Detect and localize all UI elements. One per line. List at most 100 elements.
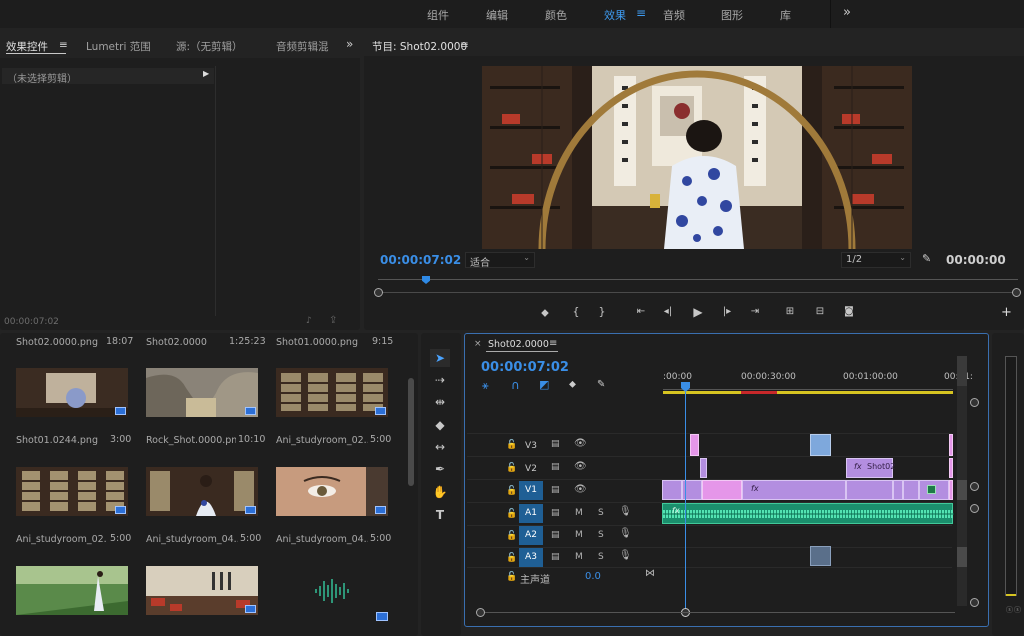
sync-lock-icon[interactable]: ▤: [551, 508, 560, 518]
work-area-bar[interactable]: [663, 391, 953, 394]
lock-icon[interactable]: 🔓: [506, 531, 517, 541]
tab-effect-controls[interactable]: 效果控件: [6, 39, 48, 54]
video-clip[interactable]: fx Shot02: [846, 458, 895, 478]
video-clip[interactable]: [893, 480, 903, 500]
scroll-handle[interactable]: [970, 398, 979, 407]
mark-out-icon[interactable]: }: [594, 305, 610, 318]
video-clip[interactable]: [949, 458, 953, 478]
meter-solo-s[interactable]: ⓢ: [1006, 605, 1013, 615]
fit-dropdown[interactable]: 适合 ⌄: [465, 252, 535, 269]
master-volume-value[interactable]: 0.0: [585, 571, 601, 582]
workspace-menu-icon[interactable]: ≡: [636, 6, 646, 20]
tab-lumetri-scopes[interactable]: Lumetri 范围: [86, 39, 151, 54]
selection-tool-icon[interactable]: ➤: [430, 349, 450, 367]
clip-thumbnail[interactable]: [146, 566, 258, 615]
video-clip[interactable]: [949, 434, 953, 456]
workspace-tab-effects[interactable]: 效果: [604, 7, 626, 23]
wrench-icon[interactable]: ✎: [922, 252, 931, 265]
project-scrollbar[interactable]: [408, 378, 414, 486]
go-to-in-icon[interactable]: ⇤: [633, 306, 649, 317]
audio-only-icon[interactable]: ♪: [306, 316, 312, 326]
track-label-v1[interactable]: V1: [519, 481, 543, 500]
video-clip[interactable]: [903, 480, 919, 500]
tab-source[interactable]: 源:（无剪辑）: [176, 39, 243, 54]
tab-menu-icon[interactable]: ≡: [59, 39, 68, 51]
solo-button[interactable]: S: [598, 508, 604, 518]
go-to-edit-icon[interactable]: ⋈: [645, 568, 655, 579]
video-clip[interactable]: [919, 480, 949, 500]
tab-menu-icon[interactable]: ≡: [460, 39, 469, 51]
snap-icon[interactable]: ∩: [511, 378, 520, 392]
meter-solo-s[interactable]: ⓢ: [1014, 605, 1021, 615]
lock-icon[interactable]: 🔓: [506, 509, 517, 519]
clip-thumbnail[interactable]: [16, 368, 128, 417]
video-clip[interactable]: [810, 434, 831, 456]
audio-clip[interactable]: [810, 546, 831, 566]
program-monitor-title[interactable]: 节目: Shot02.0000: [372, 39, 467, 54]
microphone-icon[interactable]: 🎙: [619, 550, 632, 561]
wrench-icon[interactable]: ✎: [597, 379, 605, 390]
add-marker-icon[interactable]: ⬥: [537, 306, 553, 320]
nest-icon[interactable]: ⚹: [482, 379, 489, 393]
track-label-v3[interactable]: V3: [519, 437, 543, 456]
workspace-tab-assembly[interactable]: 组件: [427, 7, 449, 23]
solo-button[interactable]: S: [598, 552, 604, 562]
lock-icon[interactable]: 🔓: [506, 463, 517, 473]
track-label-a2[interactable]: A2: [519, 526, 543, 545]
clip-thumbnail[interactable]: [16, 467, 128, 516]
type-tool-icon[interactable]: T: [430, 506, 450, 524]
resolution-dropdown[interactable]: 1/2 ⌄: [841, 252, 911, 268]
lift-icon[interactable]: ⊞: [782, 306, 798, 317]
lock-icon[interactable]: 🔓: [506, 553, 517, 563]
step-back-icon[interactable]: ◂|: [660, 306, 676, 317]
pen-tool-icon[interactable]: ✒: [430, 460, 450, 478]
audio-clip-icon[interactable]: [312, 576, 352, 606]
sync-lock-icon[interactable]: ▤: [551, 530, 560, 540]
ripple-edit-tool-icon[interactable]: ⇹: [430, 393, 450, 411]
workspace-overflow-button[interactable]: »: [843, 5, 851, 20]
scroll-thumb[interactable]: [957, 356, 967, 386]
extract-icon[interactable]: ⊟: [812, 306, 828, 317]
add-button-icon[interactable]: +: [1001, 305, 1012, 320]
timeline-horizontal-scroll[interactable]: [480, 612, 955, 613]
zoom-handle-left[interactable]: [374, 288, 383, 297]
workspace-tab-graphics[interactable]: 图形: [721, 7, 743, 23]
track-label-v2[interactable]: V2: [519, 460, 543, 479]
close-icon[interactable]: ×: [474, 339, 482, 349]
microphone-icon[interactable]: 🎙: [619, 506, 632, 517]
step-forward-icon[interactable]: |▸: [719, 306, 735, 317]
time-ruler[interactable]: [663, 384, 953, 390]
video-clip[interactable]: fx: [742, 480, 846, 500]
track-label-a3[interactable]: A3: [519, 548, 543, 567]
video-clip[interactable]: [690, 434, 699, 456]
sync-lock-icon[interactable]: ▤: [551, 552, 560, 562]
workspace-tab-libraries[interactable]: 库: [780, 7, 791, 23]
mute-button[interactable]: M: [575, 552, 583, 562]
sync-lock-icon[interactable]: ▤: [551, 485, 560, 495]
video-clip[interactable]: [702, 480, 742, 500]
clip-thumbnail[interactable]: [276, 467, 388, 516]
expand-arrow-icon[interactable]: ▶: [203, 69, 209, 78]
clip-thumbnail[interactable]: [16, 566, 128, 615]
eye-icon[interactable]: 👁: [574, 461, 587, 472]
add-marker-icon[interactable]: ⬥: [569, 379, 576, 390]
eye-icon[interactable]: 👁: [574, 438, 587, 449]
hand-tool-icon[interactable]: ✋: [430, 483, 450, 501]
lock-icon[interactable]: 🔓: [506, 572, 517, 582]
video-clip[interactable]: [662, 480, 682, 500]
panel-overflow-button[interactable]: »: [346, 37, 353, 51]
tab-menu-icon[interactable]: ≡: [549, 338, 557, 349]
scroll-handle[interactable]: [970, 598, 979, 607]
sync-lock-icon[interactable]: ▤: [551, 439, 560, 449]
video-clip[interactable]: [700, 458, 707, 478]
export-icon[interactable]: ⇪: [329, 315, 337, 326]
program-video-frame[interactable]: [482, 66, 912, 249]
export-frame-icon[interactable]: ◙: [841, 306, 857, 317]
mute-button[interactable]: M: [575, 508, 583, 518]
zoom-handle-left[interactable]: [476, 608, 485, 617]
program-zoom-bar[interactable]: [378, 292, 1018, 293]
track-select-tool-icon[interactable]: ⇢: [430, 371, 450, 389]
workspace-tab-audio[interactable]: 音频: [663, 7, 685, 23]
clip-thumbnail[interactable]: [146, 467, 258, 516]
program-playhead-timecode[interactable]: 00:00:07:02: [380, 253, 461, 267]
